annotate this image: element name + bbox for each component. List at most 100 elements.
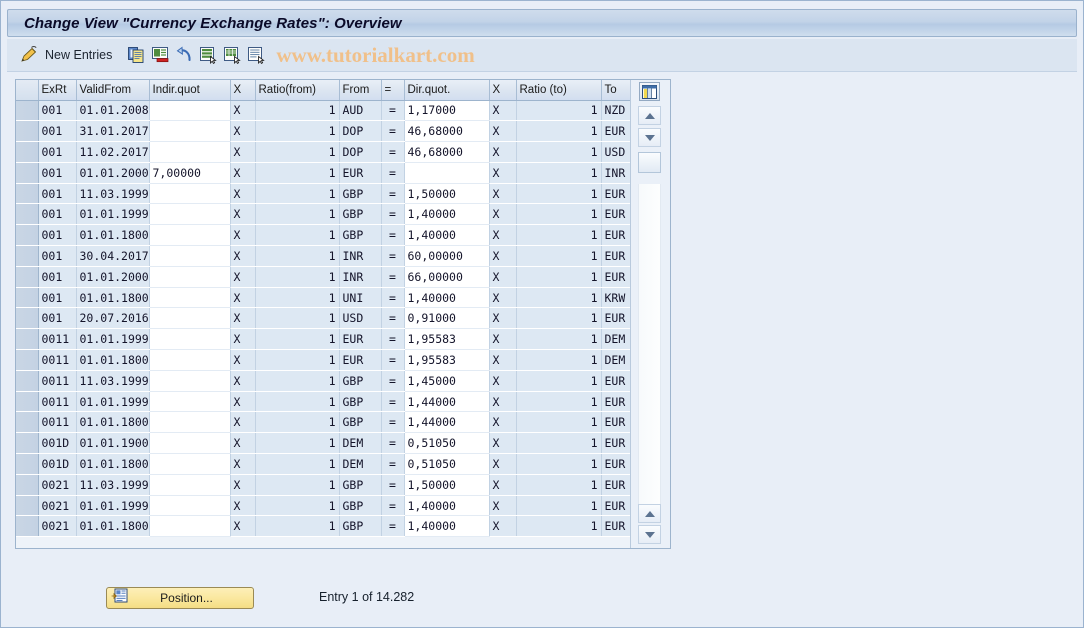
- column-header-from[interactable]: From: [339, 80, 382, 101]
- scrollbar-track[interactable]: [638, 184, 661, 520]
- column-header-rto[interactable]: Ratio (to): [516, 80, 602, 101]
- cell-dir-quot[interactable]: [404, 162, 490, 184]
- cell-dir-quot[interactable]: 1,45000: [404, 370, 490, 392]
- column-header-exrt[interactable]: ExRt: [38, 80, 77, 101]
- row-selector[interactable]: [16, 328, 39, 351]
- cell-indir-quot[interactable]: [149, 141, 231, 163]
- cell-dir-quot[interactable]: 1,44000: [404, 391, 490, 413]
- cell-indir-quot[interactable]: [149, 245, 231, 267]
- cell-dir-quot[interactable]: 46,68000: [404, 120, 490, 143]
- cell-indir-quot[interactable]: [149, 411, 231, 434]
- cell-dir-quot[interactable]: 0,91000: [404, 307, 490, 330]
- cell-dir-quot[interactable]: 66,00000: [404, 266, 490, 288]
- table-row[interactable]: 001 30.04.2017 X 1 INR = 60,00000 X 1 EUR: [16, 245, 645, 267]
- row-selector[interactable]: [16, 141, 39, 163]
- select-all-icon[interactable]: [197, 44, 219, 66]
- table-row[interactable]: 0011 01.01.1999 X 1 GBP = 1,44000 X 1 EUR: [16, 391, 645, 413]
- position-button[interactable]: Position...: [106, 587, 254, 609]
- row-selector[interactable]: [16, 203, 39, 226]
- row-selector[interactable]: [16, 120, 39, 143]
- cell-indir-quot[interactable]: [149, 349, 231, 371]
- cell-dir-quot[interactable]: 1,95583: [404, 328, 490, 351]
- column-header-eq[interactable]: =: [381, 80, 405, 101]
- cell-indir-quot[interactable]: [149, 453, 231, 475]
- cell-indir-quot[interactable]: 7,00000: [149, 162, 231, 184]
- table-row[interactable]: 001 20.07.2016 X 1 USD = 0,91000 X 1 EUR: [16, 307, 645, 330]
- cell-dir-quot[interactable]: 1,40000: [404, 203, 490, 226]
- cell-dir-quot[interactable]: 1,40000: [404, 515, 490, 538]
- new-entries-button[interactable]: New Entries: [17, 43, 120, 67]
- column-header-dir[interactable]: Dir.quot.: [404, 80, 490, 101]
- table-row[interactable]: 001 01.01.2000 7,00000 X 1 EUR = X 1 INR: [16, 162, 645, 184]
- row-selector[interactable]: [16, 370, 39, 392]
- row-selector[interactable]: [16, 495, 39, 517]
- cell-indir-quot[interactable]: [149, 100, 231, 122]
- cell-dir-quot[interactable]: 1,44000: [404, 411, 490, 434]
- row-selector[interactable]: [16, 266, 39, 288]
- table-row[interactable]: 001 01.01.2000 X 1 INR = 66,00000 X 1 EUR: [16, 266, 645, 288]
- row-selector[interactable]: [16, 162, 39, 184]
- scroll-page-up-button[interactable]: [638, 504, 661, 523]
- cell-dir-quot[interactable]: 1,40000: [404, 224, 490, 247]
- row-selector[interactable]: [16, 245, 39, 267]
- table-row[interactable]: 0011 01.01.1999 X 1 EUR = 1,95583 X 1 DEM: [16, 328, 645, 351]
- cell-indir-quot[interactable]: [149, 391, 231, 413]
- cell-indir-quot[interactable]: [149, 266, 231, 288]
- cell-indir-quot[interactable]: [149, 287, 231, 309]
- row-selector[interactable]: [16, 474, 39, 496]
- cell-indir-quot[interactable]: [149, 515, 231, 538]
- cell-dir-quot[interactable]: 60,00000: [404, 245, 490, 267]
- table-row[interactable]: 001 01.01.1800 X 1 GBP = 1,40000 X 1 EUR: [16, 224, 645, 247]
- column-header-valid[interactable]: ValidFrom: [76, 80, 150, 101]
- cell-dir-quot[interactable]: 1,17000: [404, 100, 490, 122]
- cell-indir-quot[interactable]: [149, 224, 231, 247]
- row-selector[interactable]: [16, 287, 39, 309]
- row-selector[interactable]: [16, 411, 39, 434]
- cell-dir-quot[interactable]: 1,40000: [404, 495, 490, 517]
- table-row[interactable]: 001 01.01.1800 X 1 UNI = 1,40000 X 1 KRW: [16, 287, 645, 309]
- table-row[interactable]: 0021 01.01.1999 X 1 GBP = 1,40000 X 1 EUR: [16, 495, 645, 517]
- row-selector[interactable]: [16, 453, 39, 475]
- cell-indir-quot[interactable]: [149, 183, 231, 205]
- cell-indir-quot[interactable]: [149, 495, 231, 517]
- cell-dir-quot[interactable]: 46,68000: [404, 141, 490, 163]
- scroll-down-button[interactable]: [638, 128, 661, 147]
- row-selector[interactable]: [16, 100, 39, 122]
- table-row[interactable]: 0021 01.01.1800 X 1 GBP = 1,40000 X 1 EUR: [16, 515, 645, 538]
- row-selector[interactable]: [16, 515, 39, 538]
- row-selector[interactable]: [16, 307, 39, 330]
- deselect-all-icon[interactable]: [245, 44, 267, 66]
- table-row[interactable]: 001 11.03.1999 X 1 GBP = 1,50000 X 1 EUR: [16, 183, 645, 205]
- select-all-header[interactable]: [16, 80, 39, 101]
- cell-indir-quot[interactable]: [149, 328, 231, 351]
- row-selector[interactable]: [16, 183, 39, 205]
- cell-dir-quot[interactable]: 1,50000: [404, 474, 490, 496]
- scrollbar-thumb[interactable]: [638, 152, 661, 173]
- copy-as-icon[interactable]: [125, 44, 147, 66]
- cell-indir-quot[interactable]: [149, 120, 231, 143]
- table-settings-icon[interactable]: [639, 82, 660, 101]
- table-row[interactable]: 001 01.01.2008 X 1 AUD = 1,17000 X 1 NZD: [16, 100, 645, 122]
- grid-vertical-scrollbar[interactable]: [630, 80, 670, 548]
- column-header-rfrom[interactable]: Ratio(from): [255, 80, 340, 101]
- undo-icon[interactable]: [173, 44, 195, 66]
- select-block-icon[interactable]: [221, 44, 243, 66]
- row-selector[interactable]: [16, 432, 39, 455]
- cell-indir-quot[interactable]: [149, 203, 231, 226]
- column-header-indir[interactable]: Indir.quot: [149, 80, 231, 101]
- row-selector[interactable]: [16, 391, 39, 413]
- table-row[interactable]: 001 31.01.2017 X 1 DOP = 46,68000 X 1 EUR: [16, 120, 645, 143]
- table-row[interactable]: 001 11.02.2017 X 1 DOP = 46,68000 X 1 USD: [16, 141, 645, 163]
- cell-dir-quot[interactable]: 0,51050: [404, 432, 490, 455]
- table-row[interactable]: 001 01.01.1999 X 1 GBP = 1,40000 X 1 EUR: [16, 203, 645, 226]
- row-selector[interactable]: [16, 349, 39, 371]
- cell-indir-quot[interactable]: [149, 370, 231, 392]
- scroll-up-button[interactable]: [638, 106, 661, 125]
- table-row[interactable]: 0011 01.01.1800 X 1 GBP = 1,44000 X 1 EUR: [16, 411, 645, 434]
- row-selector[interactable]: [16, 224, 39, 247]
- column-header-x2[interactable]: X: [489, 80, 517, 101]
- table-row[interactable]: 001D 01.01.1800 X 1 DEM = 0,51050 X 1 EUR: [16, 453, 645, 475]
- table-row[interactable]: 0011 11.03.1999 X 1 GBP = 1,45000 X 1 EUR: [16, 370, 645, 392]
- column-header-x1[interactable]: X: [230, 80, 256, 101]
- scroll-page-down-button[interactable]: [638, 525, 661, 544]
